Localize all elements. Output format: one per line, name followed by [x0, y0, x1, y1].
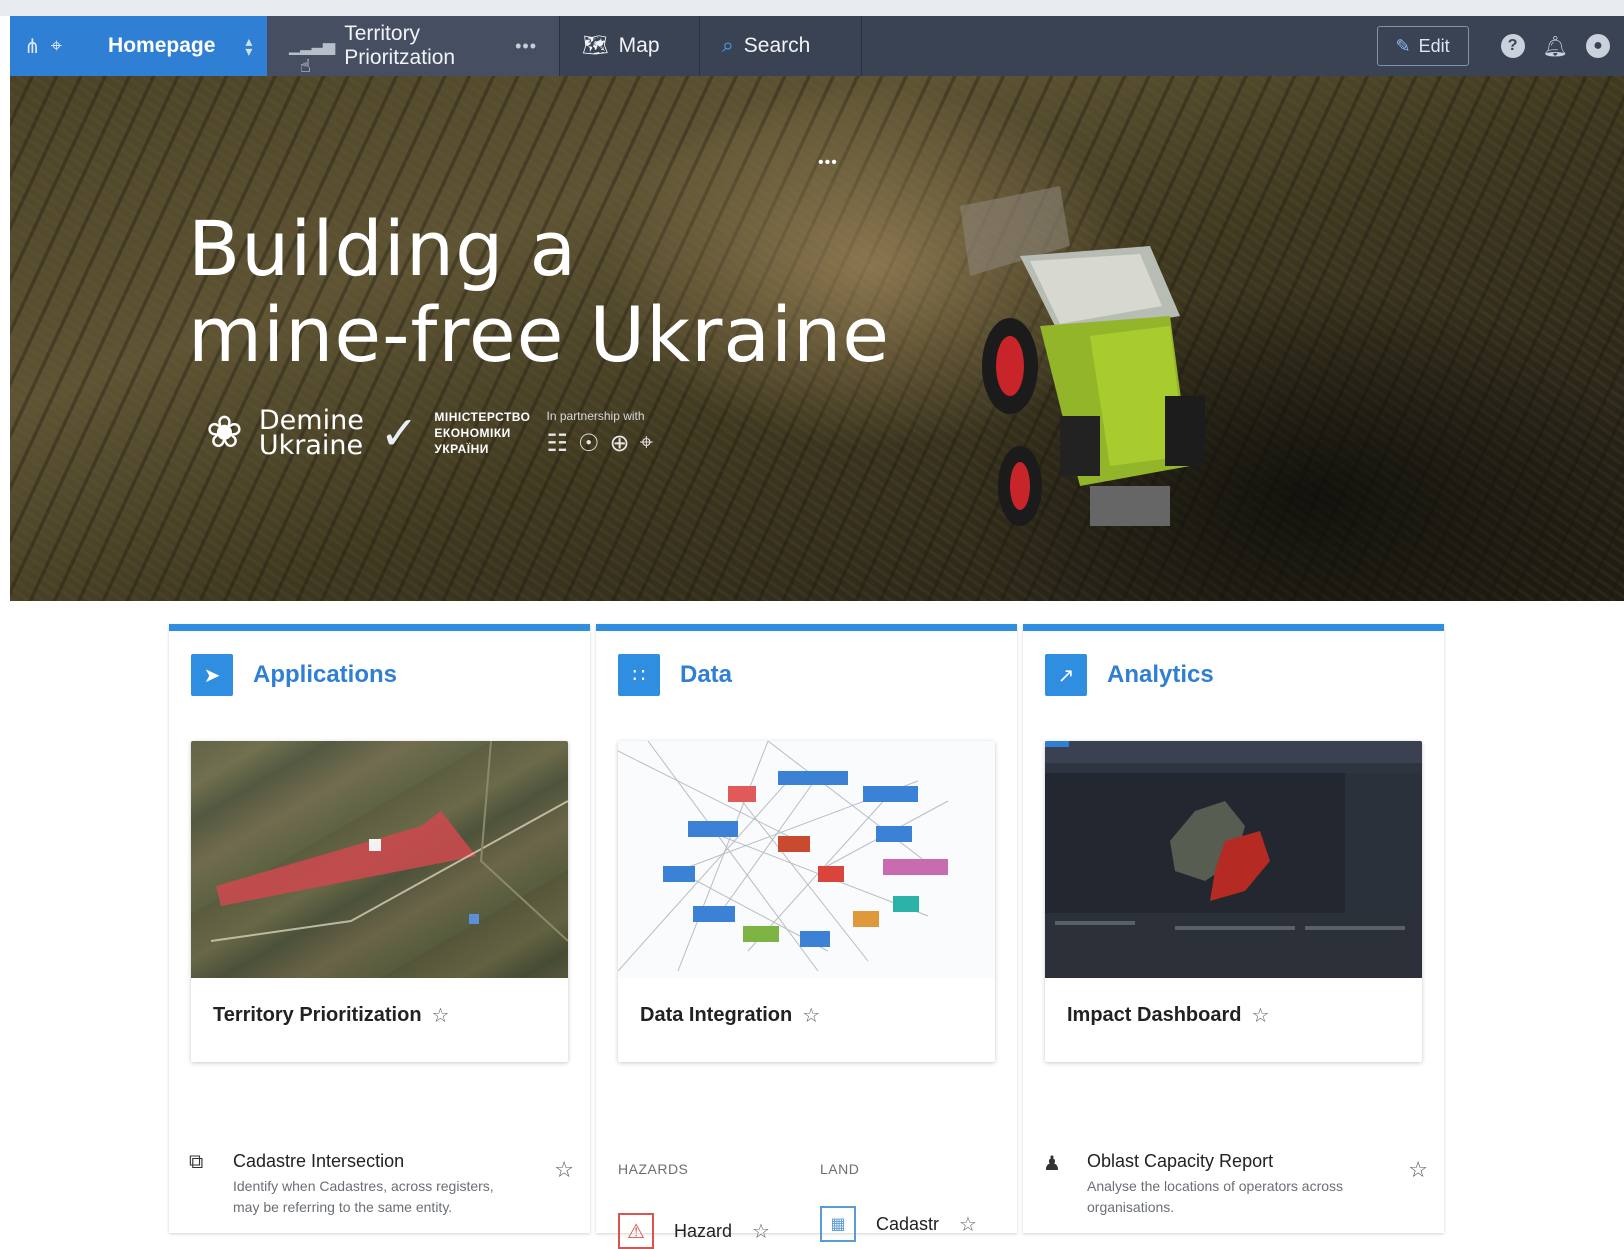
- home-tab-label: Homepage: [108, 34, 216, 57]
- territory-prioritization-label: Territory Prioritization ☆: [213, 1003, 449, 1028]
- hero-title-line1: Building a: [188, 204, 578, 293]
- applications-header: ➤ Applications: [191, 654, 397, 696]
- star-icon[interactable]: ☆: [1408, 1157, 1428, 1183]
- ministry-wordmark: МІНІСТЕРСТВО ЕКОНОМІКИ УКРАЇНИ: [434, 409, 530, 457]
- cadastre-label: Cadastr: [876, 1213, 940, 1234]
- data-title[interactable]: Data: [680, 661, 732, 689]
- search-icon: ⌕: [722, 34, 734, 57]
- ministry-line3: УКРАЇНИ: [434, 442, 489, 456]
- tab-map-label: Map: [618, 34, 660, 57]
- bell-icon[interactable]: 🔔︎: [1543, 34, 1568, 59]
- hazard-label: Hazard: [674, 1220, 733, 1241]
- tab-map[interactable]: 🗺︎ Map: [560, 16, 700, 76]
- user-avatar-icon[interactable]: ●: [1586, 34, 1610, 58]
- ministry-logo-icon: ✓: [379, 407, 419, 459]
- data-integration-label: Data Integration ☆: [640, 1003, 820, 1028]
- demine-ukraine-wordmark: Demine Ukraine: [258, 407, 364, 461]
- analytics-header: ↗ Analytics: [1045, 654, 1214, 696]
- bar-chart-icon: ▁▂▃▅: [289, 38, 335, 55]
- hero-title-line2: mine-free Ukraine: [188, 290, 891, 379]
- cadastre-item[interactable]: ▦ Cadastr ☆: [820, 1206, 977, 1242]
- chart-icon: ↗: [1045, 654, 1087, 696]
- feature-label-text: Territory Prioritization: [213, 1004, 422, 1026]
- sort-updown-icon[interactable]: ▴ ▾: [245, 34, 252, 58]
- partnership-label: In partnership with: [546, 408, 645, 423]
- more-options-icon[interactable]: •••: [515, 36, 537, 57]
- applications-card: ➤ Applications Territory Prioritization …: [169, 624, 590, 1233]
- tab-territory-label: Territory Prioritzation: [344, 22, 456, 69]
- ministry-line1: МІНІСТЕРСТВО: [434, 410, 531, 424]
- help-icon[interactable]: ?: [1500, 34, 1525, 58]
- hero-title: Building a mine-free Ukraine: [188, 206, 890, 378]
- nav-right-controls: ✎ Edit ? 🔔︎ ●: [1376, 26, 1624, 66]
- star-icon[interactable]: ☆: [1251, 1003, 1269, 1028]
- intersection-icon: ⧉: [189, 1151, 204, 1173]
- location-pin-icon: ⌖: [639, 428, 654, 456]
- partner-logo-icon: ☷: [546, 429, 569, 457]
- top-nav-bar: ⋔ ⌖ Homepage ▴ ▾ ▁▂▃▅ Territory Prioritza…: [10, 16, 1624, 76]
- cadastre-icon: ▦: [820, 1206, 856, 1242]
- star-icon[interactable]: ☆: [802, 1003, 820, 1028]
- star-icon[interactable]: ☆: [554, 1157, 574, 1183]
- feature-label-text: Impact Dashboard: [1067, 1004, 1242, 1026]
- land-section-heading: LAND: [820, 1161, 860, 1177]
- dashboard-thumbnail: [1045, 741, 1422, 978]
- cadastre-intersection-item[interactable]: ⧉ Cadastre Intersection Identify when Ca…: [189, 1151, 574, 1218]
- data-card: ∷ Data Data Integration ☆ HAZARDS LAND ⚠…: [596, 624, 1017, 1249]
- star-icon[interactable]: ☆: [752, 1219, 770, 1244]
- cadastre-intersection-title: Cadastre Intersection: [233, 1151, 405, 1171]
- data-integration-tile[interactable]: Data Integration ☆: [618, 741, 995, 1062]
- impact-dashboard-label: Impact Dashboard ☆: [1067, 1003, 1269, 1028]
- trident-icon: ⋔: [24, 35, 41, 58]
- feature-label-text: Data Integration: [640, 1004, 793, 1026]
- oblast-capacity-title: Oblast Capacity Report: [1087, 1151, 1274, 1171]
- tab-search[interactable]: ⌕ Search: [700, 16, 862, 76]
- fao-logo-icon: ☉: [578, 429, 600, 457]
- analytics-card: ↗ Analytics Impact Dashboard ☆ ♟ Oblast …: [1023, 624, 1444, 1233]
- ministry-line2: ЕКОНОМІКИ: [434, 426, 511, 440]
- people-icon: ♟: [1043, 1153, 1061, 1175]
- resize-handle-icon[interactable]: •••: [818, 154, 838, 172]
- territory-prioritization-tile[interactable]: Territory Prioritization ☆: [191, 741, 568, 1062]
- location-pin-icon: ⌖: [50, 34, 63, 57]
- hero-banner: ••• Building a mine-free Ukraine ❀ Demin…: [10, 76, 1624, 601]
- data-header: ∷ Data: [618, 654, 732, 696]
- partnership-block: In partnership with ☷ ☉ ⊕ ⌖: [547, 409, 654, 458]
- tab-search-label: Search: [743, 34, 811, 57]
- partner-icons: ☷ ☉ ⊕ ⌖: [547, 429, 654, 458]
- map-icon: 🗺︎: [582, 34, 609, 57]
- partner-logos: ❀ Demine Ukraine ✓ МІНІСТЕРСТВО ЕКОНОМІК…: [206, 406, 653, 460]
- analytics-title[interactable]: Analytics: [1107, 661, 1214, 689]
- rocket-icon: ➤: [191, 654, 233, 696]
- pencil-icon: ✎: [1395, 35, 1411, 56]
- star-icon[interactable]: ☆: [432, 1003, 450, 1028]
- hand-cursor-icon: ☝: [300, 56, 311, 76]
- applications-title[interactable]: Applications: [253, 661, 397, 689]
- hazards-section-heading: HAZARDS: [618, 1161, 689, 1177]
- window-top-strip: [0, 0, 1624, 16]
- un-logo-icon: ⊕: [609, 429, 630, 457]
- hazard-item[interactable]: ⚠ Hazard ☆: [618, 1213, 770, 1249]
- edit-button[interactable]: ✎ Edit: [1376, 26, 1469, 66]
- warning-icon: ⚠: [618, 1213, 654, 1249]
- tractor-image: [960, 186, 1205, 526]
- home-tab[interactable]: ⋔ ⌖ Homepage ▴ ▾: [10, 16, 267, 76]
- network-graph-thumbnail: [618, 741, 995, 978]
- oblast-capacity-report-item[interactable]: ♟ Oblast Capacity Report Analyse the loc…: [1043, 1151, 1428, 1218]
- edit-button-label: Edit: [1418, 35, 1450, 56]
- dots-grid-icon: ∷: [618, 654, 660, 696]
- demine-ukraine-logo-icon: ❀: [206, 408, 243, 457]
- satellite-map-thumbnail: [191, 741, 568, 978]
- cadastre-intersection-desc: Identify when Cadastres, across register…: [233, 1178, 494, 1215]
- demine-line2: Ukraine: [258, 430, 364, 461]
- oblast-capacity-desc: Analyse the locations of operators acros…: [1087, 1178, 1344, 1215]
- impact-dashboard-tile[interactable]: Impact Dashboard ☆: [1045, 741, 1422, 1062]
